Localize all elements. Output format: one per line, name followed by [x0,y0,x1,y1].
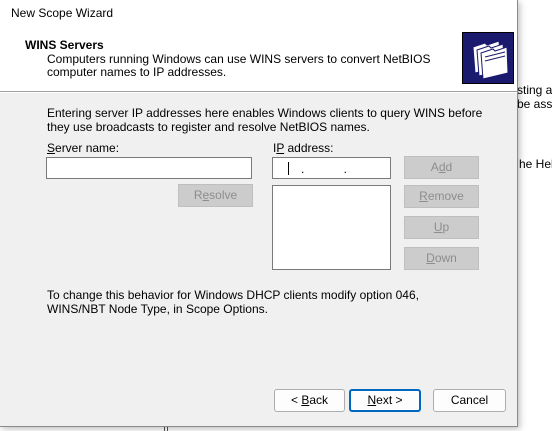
resolve-button[interactable]: Resolve [178,184,253,207]
down-post: own [434,251,457,265]
server-name-label-key: S [47,141,56,155]
background-text-3: he Help [519,157,552,171]
resolve-post: solve [209,188,238,202]
back-button[interactable]: < Back [274,389,345,412]
server-name-label: Server name: [47,141,119,155]
wizard-header: WINS Servers Computers running Windows c… [0,26,517,92]
page-subtitle: Computers running Windows can use WINS s… [47,52,431,79]
folder-stack-icon [462,32,514,84]
intro-text: Entering server IP addresses here enable… [47,106,483,134]
remove-button[interactable]: Remove [404,185,479,208]
server-name-label-post: erver name: [55,141,120,155]
background-text-2: be assi [517,97,552,111]
next-post: ext > [376,393,403,407]
page-title: WINS Servers [25,38,104,52]
add-post: d [445,160,453,174]
footnote-text: To change this behavior for Windows DHCP… [47,288,419,316]
title-bar[interactable]: New Scope Wizard [0,0,517,26]
ip-label-post: address: [284,141,334,155]
ip-address-input[interactable]: . . . [272,157,391,190]
add-button[interactable]: Add [404,156,479,179]
back-pre: < [290,393,302,407]
new-scope-wizard-dialog: New Scope Wizard WINS Servers Computers … [0,0,518,427]
back-post: ack [309,393,329,407]
next-key: N [367,393,377,407]
background-text-1: sting a [517,83,552,97]
server-name-input[interactable] [46,157,252,179]
screen: sting a be assi he Help New Scope Wizard… [0,0,552,431]
ip-label-key: P [276,141,285,155]
up-post: p [442,220,450,234]
next-button[interactable]: Next > [349,389,421,412]
header-divider [0,92,517,93]
remove-key: R [419,189,428,203]
add-key: d [438,160,446,174]
ip-address-list[interactable] [272,185,391,270]
up-button[interactable]: Up [404,216,479,239]
add-pre: A [430,160,439,174]
remove-post: emove [427,189,464,203]
cancel-button[interactable]: Cancel [433,389,506,412]
window-title: New Scope Wizard [11,6,114,20]
down-key: D [426,251,435,265]
down-button[interactable]: Down [404,247,479,270]
ip-address-label: IP address: [273,141,334,155]
text-caret [288,162,289,175]
